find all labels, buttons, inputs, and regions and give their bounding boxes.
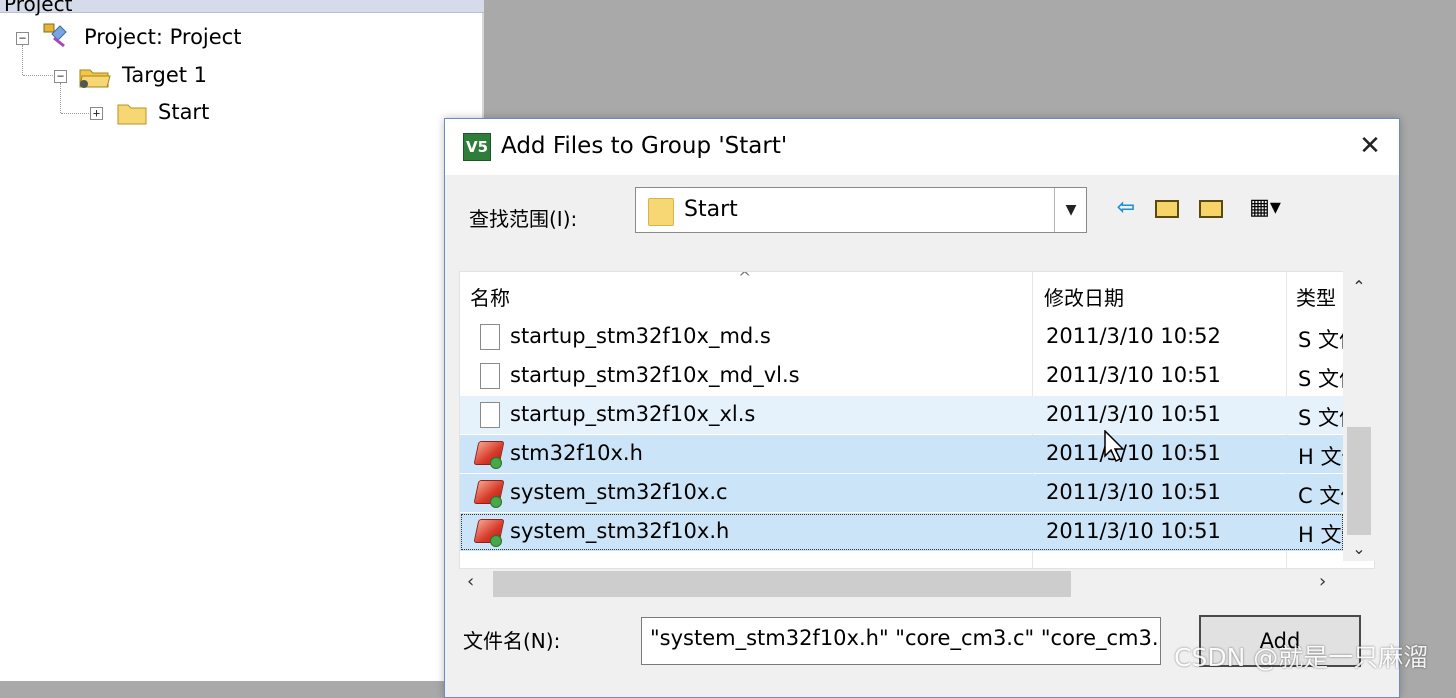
file-row[interactable]: startup_stm32f10x_xl.s 2011/3/10 10:51 S… — [460, 396, 1344, 434]
file-modified: 2011/3/10 10:51 — [1046, 363, 1221, 387]
horizontal-scrollbar[interactable]: ‹ › — [459, 569, 1343, 597]
folder-icon — [648, 198, 674, 226]
project-icon — [43, 23, 67, 48]
column-header-modified[interactable]: 修改日期 — [1044, 282, 1124, 311]
chevron-up-icon[interactable]: ⌃ — [1343, 277, 1375, 301]
look-in-combobox[interactable]: Start ▼ — [635, 187, 1087, 233]
file-row[interactable]: startup_stm32f10x_md.s 2011/3/10 10:52 S… — [460, 318, 1344, 356]
scrollbar-thumb[interactable] — [493, 571, 1071, 597]
back-arrow-icon[interactable]: ⇦ — [1109, 191, 1143, 225]
file-type: S 文件 — [1298, 406, 1344, 430]
chevron-down-icon[interactable]: ⌄ — [1343, 539, 1375, 563]
project-panel-title: Project — [4, 0, 73, 16]
project-panel: Project ⊣ ✕ − Project: Project − Target … — [0, 0, 484, 681]
keil-app-icon: V5 — [463, 133, 491, 161]
chevron-right-icon[interactable]: › — [1319, 571, 1326, 592]
tree-item-target[interactable]: Target 1 — [122, 63, 207, 87]
list-header: ^ 名称 修改日期 类型 — [460, 272, 1344, 318]
tree-line — [23, 75, 57, 76]
file-icon — [480, 402, 500, 428]
view-menu-icon[interactable]: ▦▾ — [1239, 191, 1291, 225]
tree-item-start[interactable]: Start — [158, 100, 209, 124]
file-type: H 文件 — [1298, 523, 1344, 547]
chevron-left-icon[interactable]: ‹ — [467, 571, 474, 592]
source-file-badge-icon — [490, 496, 502, 508]
scrollbar-thumb[interactable] — [1347, 427, 1371, 535]
look-in-label: 查找范围(I): — [469, 207, 578, 231]
folder-shape — [1155, 200, 1179, 218]
file-modified: 2011/3/10 10:51 — [1046, 519, 1221, 543]
tree-item-project[interactable]: Project: Project — [84, 25, 241, 49]
file-modified: 2011/3/10 10:51 — [1046, 402, 1221, 426]
file-icon — [480, 363, 500, 389]
look-in-value: Start — [684, 197, 738, 222]
target-folder-icon — [79, 69, 111, 88]
file-row[interactable]: system_stm32f10x.h 2011/3/10 10:51 H 文件 — [460, 513, 1344, 551]
file-row[interactable]: system_stm32f10x.c 2011/3/10 10:51 C 文件 — [460, 474, 1344, 512]
tree-expand-toggle[interactable]: + — [90, 107, 103, 120]
source-file-badge-icon — [490, 457, 502, 469]
file-name: startup_stm32f10x_md.s — [510, 324, 771, 348]
file-row[interactable]: startup_stm32f10x_md_vl.s 2011/3/10 10:5… — [460, 357, 1344, 395]
watermark: CSDN @就是一只麻溜 — [1174, 643, 1429, 672]
group-folder-icon — [117, 104, 147, 125]
up-folder-icon[interactable] — [1151, 191, 1185, 225]
source-file-badge-icon — [490, 535, 502, 547]
file-icon — [480, 324, 500, 350]
file-name-input[interactable]: "system_stm32f10x.h" "core_cm3.c" "core_… — [641, 617, 1161, 665]
file-name: stm32f10x.h — [510, 441, 643, 465]
file-row[interactable]: stm32f10x.h 2011/3/10 10:51 H 文件 — [460, 435, 1344, 473]
file-name-label: 文件名(N): — [463, 629, 561, 653]
folder-shape — [1199, 200, 1223, 218]
dialog-titlebar[interactable]: V5 Add Files to Group 'Start' ✕ — [445, 119, 1399, 175]
chevron-down-icon[interactable]: ▼ — [1054, 188, 1087, 232]
column-header-type[interactable]: 类型 — [1296, 282, 1344, 311]
file-name: system_stm32f10x.c — [510, 480, 728, 504]
file-name-value: "system_stm32f10x.h" "core_cm3.c" "core_… — [650, 626, 1161, 650]
file-list[interactable]: ^ 名称 修改日期 类型 startup_stm32f10x_md.s 2011… — [459, 271, 1375, 569]
dialog-title: Add Files to Group 'Start' — [501, 133, 788, 159]
tree-line — [60, 83, 61, 113]
column-header-name[interactable]: 名称 — [470, 282, 510, 311]
file-type: H 文件 — [1298, 445, 1344, 469]
tree-collapse-toggle[interactable]: − — [16, 32, 29, 45]
file-modified: 2011/3/10 10:52 — [1046, 324, 1221, 348]
project-panel-titlebar: Project ⊣ ✕ — [0, 0, 484, 16]
file-type: S 文件 — [1298, 328, 1344, 352]
file-type: C 文件 — [1298, 484, 1344, 508]
dialog-close-button[interactable]: ✕ — [1355, 131, 1385, 161]
file-type: S 文件 — [1298, 367, 1344, 391]
file-name: system_stm32f10x.h — [510, 519, 730, 543]
tree-line — [61, 113, 93, 114]
file-name: startup_stm32f10x_xl.s — [510, 402, 756, 426]
tree-line — [22, 45, 23, 75]
file-modified: 2011/3/10 10:51 — [1046, 480, 1221, 504]
file-name: startup_stm32f10x_md_vl.s — [510, 363, 800, 387]
sort-arrow-icon: ^ — [738, 271, 752, 287]
new-folder-icon[interactable] — [1195, 191, 1229, 225]
add-files-dialog: V5 Add Files to Group 'Start' ✕ 查找范围(I):… — [444, 118, 1400, 698]
tree-collapse-toggle[interactable]: − — [54, 70, 67, 83]
vertical-scrollbar[interactable]: ⌃ ⌄ — [1343, 271, 1375, 561]
file-modified: 2011/3/10 10:51 — [1046, 441, 1221, 465]
mouse-cursor-icon — [1104, 430, 1125, 463]
